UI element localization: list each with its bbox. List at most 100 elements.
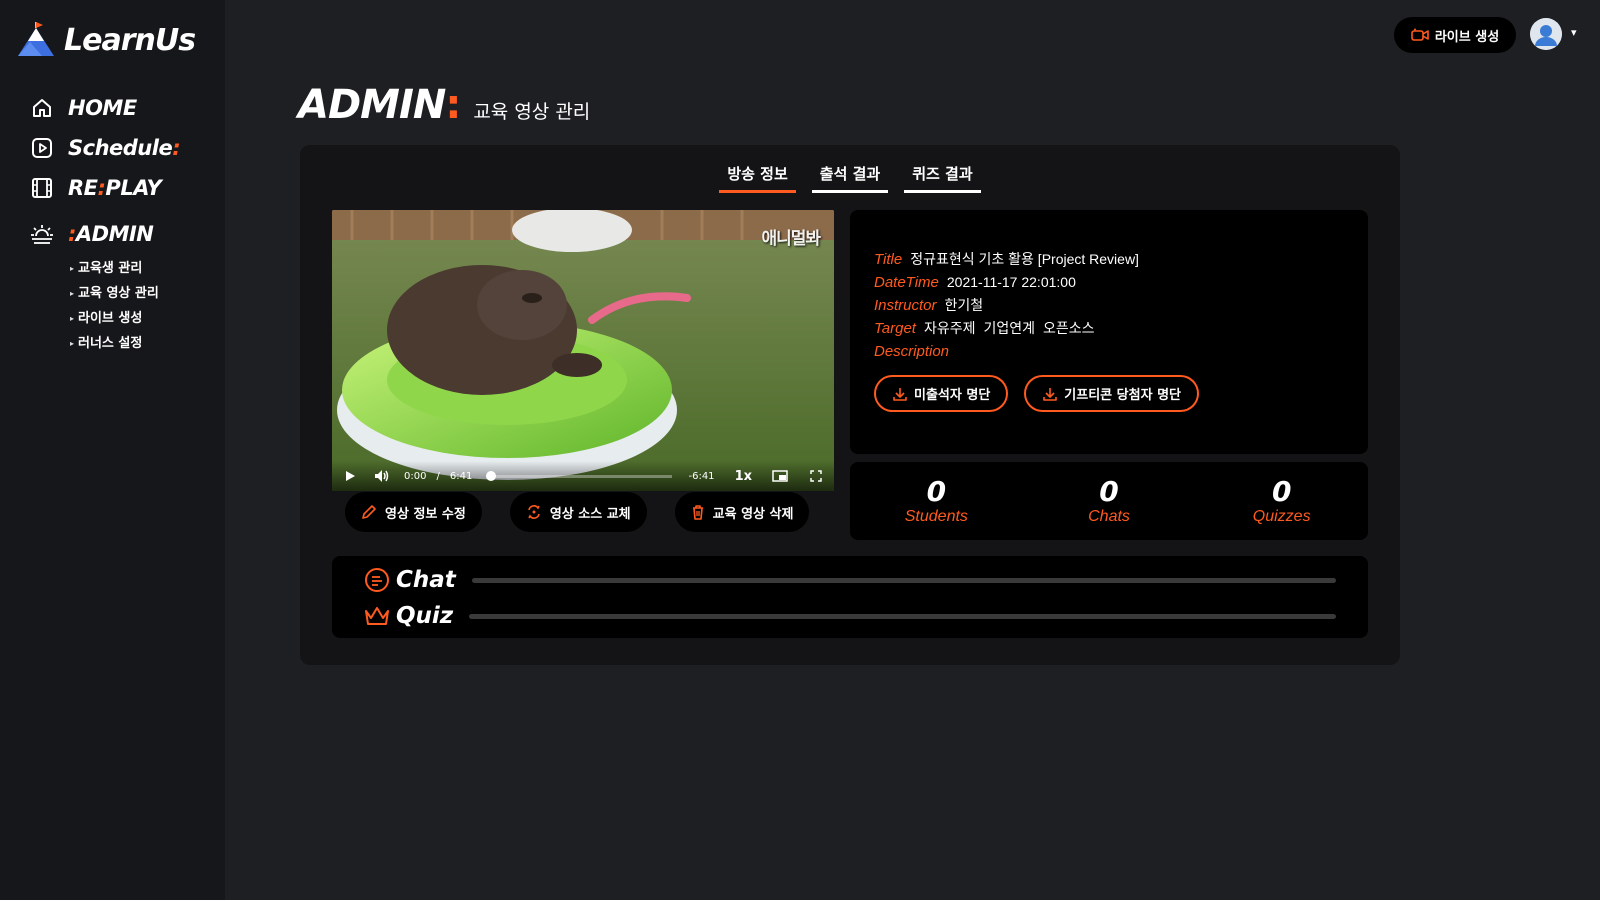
stat-students-value: 0 <box>926 475 947 508</box>
info-val-datetime: 2021-11-17 22:01:00 <box>946 274 1076 290</box>
home-icon <box>30 96 54 120</box>
admin-subnav: 교육생 관리 교육 영상 관리 라이브 생성 러너스 설정 <box>70 256 180 356</box>
crown-icon <box>365 607 389 625</box>
fullscreen-icon[interactable] <box>810 470 822 482</box>
download-gift-winners-button[interactable]: 기프티콘 당첨자 명단 <box>1024 375 1199 412</box>
sidebar: LearnUs HOME Schedule: RE:PLAY :ADMIN ▸ … <box>0 0 225 900</box>
tab-attendance[interactable]: 출석 결과 <box>811 159 889 193</box>
video-actions: 영상 정보 수정 영상 소스 교체 교육 영상 삭제 <box>345 492 810 532</box>
video-seek-bar[interactable] <box>486 470 673 481</box>
picture-in-picture-icon[interactable] <box>772 470 788 482</box>
nav-label-admin: :ADMIN <box>68 222 154 246</box>
video-current-time: 0:00 <box>404 470 427 482</box>
tab-quiz-results[interactable]: 퀴즈 결과 <box>904 159 981 193</box>
info-key-description: Description <box>874 343 950 360</box>
tab-bar: 방송 정보 출석 결과 퀴즈 결과 <box>300 159 1400 193</box>
stat-students-label: Students <box>904 508 968 525</box>
subnav-item-settings[interactable]: 러너스 설정 <box>70 331 180 356</box>
video-duration: 6:41 <box>449 470 473 482</box>
stat-chats-value: 0 <box>1099 475 1119 508</box>
target-tag: 기업연계 <box>983 320 1036 336</box>
replace-video-source-button[interactable]: 영상 소스 교체 <box>509 492 647 532</box>
subnav-item-students[interactable]: 교육생 관리 <box>70 256 180 281</box>
nav-item-home[interactable]: HOME <box>30 88 180 128</box>
info-row-description: Description <box>874 340 1344 363</box>
page-title: ADMIN : 교육 영상 관리 <box>298 82 590 128</box>
download-icon <box>893 387 907 401</box>
edit-video-info-label: 영상 정보 수정 <box>385 506 466 522</box>
info-val-title: 정규표현식 기초 활용 [Project Review] <box>910 251 1139 267</box>
create-live-label: 라이브 생성 <box>1434 29 1500 45</box>
delete-video-label: 교육 영상 삭제 <box>712 506 794 522</box>
stat-quizzes: 0 Quizzes <box>1195 462 1368 540</box>
info-key-instructor: Instructor <box>874 297 937 314</box>
nav-label-schedule: Schedule: <box>68 136 181 160</box>
video-player[interactable]: 애니멀봐 0:00 / 6:41 -6:41 1x <box>332 210 834 491</box>
user-avatar-icon <box>1530 18 1562 50</box>
nav-item-replay[interactable]: RE:PLAY <box>30 168 180 208</box>
stat-students: 0 Students <box>850 462 1023 540</box>
swap-icon <box>528 505 540 519</box>
volume-icon[interactable] <box>374 469 390 483</box>
target-tag: 오픈소스 <box>1043 320 1095 336</box>
download-icon <box>1043 387 1058 401</box>
video-controls: 0:00 / 6:41 -6:41 1x <box>332 461 834 491</box>
download-gift-label: 기프티콘 당첨자 명단 <box>1064 388 1181 403</box>
playback-speed-button[interactable]: 1x <box>735 469 752 484</box>
avatar[interactable] <box>1530 18 1562 50</box>
nav-item-admin[interactable]: :ADMIN <box>30 214 180 254</box>
video-remaining-time: -6:41 <box>688 470 715 482</box>
nav-label-home: HOME <box>68 96 137 120</box>
video-time-separator: / <box>436 470 440 482</box>
stat-quizzes-label: Quizzes <box>1252 508 1311 525</box>
chat-activity-row[interactable]: Chat <box>364 562 1336 598</box>
subnav-item-videos[interactable]: 교육 영상 관리 <box>70 281 180 306</box>
play-square-icon <box>30 136 54 160</box>
edit-video-info-button[interactable]: 영상 정보 수정 <box>345 492 482 532</box>
quiz-activity-row[interactable]: Quiz <box>364 598 1336 634</box>
video-detail-card: 방송 정보 출석 결과 퀴즈 결과 애니멀봐 0:00 / 6:41 -6:41… <box>300 145 1400 665</box>
download-buttons: 미출석자 명단 기프티콘 당첨자 명단 <box>874 375 1199 412</box>
activity-panel: Chat Quiz <box>332 556 1368 638</box>
brand-name: LearnUs <box>64 22 196 58</box>
broadcast-info-panel: Title 정규표현식 기초 활용 [Project Review] DateT… <box>850 210 1368 454</box>
page-subtitle: 교육 영상 관리 <box>473 101 591 123</box>
info-key-target: Target <box>874 320 916 337</box>
info-val-instructor: 한기철 <box>944 297 984 313</box>
create-live-button[interactable]: 라이브 생성 <box>1394 17 1516 53</box>
info-key-title: Title <box>874 251 903 268</box>
tab-broadcast-info[interactable]: 방송 정보 <box>719 159 796 193</box>
main-nav: HOME Schedule: RE:PLAY :ADMIN 교육생 관리 교육 … <box>30 88 181 356</box>
chevron-down-icon[interactable]: ▾ <box>1571 26 1577 39</box>
video-thumbnail <box>332 210 834 491</box>
download-absent-label: 미출석자 명단 <box>914 388 991 403</box>
chat-bubble-icon <box>365 568 389 592</box>
stat-chats-label: Chats <box>1088 508 1130 525</box>
subnav-item-live-create[interactable]: 라이브 생성 <box>70 306 180 331</box>
download-absent-list-button[interactable]: 미출석자 명단 <box>874 375 1009 412</box>
seek-knob[interactable] <box>486 470 497 481</box>
info-row-title: Title 정규표현식 기초 활용 [Project Review] <box>874 248 1344 271</box>
quiz-activity-bar <box>469 613 1336 619</box>
brand-logo[interactable]: LearnUs <box>16 22 196 58</box>
video-watermark: 애니멀봐 <box>761 229 821 249</box>
mountain-logo-icon <box>18 22 54 56</box>
chat-activity-bar <box>471 577 1336 583</box>
nav-item-schedule[interactable]: Schedule: <box>30 128 181 168</box>
replace-video-source-label: 영상 소스 교체 <box>549 506 631 522</box>
page-title-main: ADMIN <box>298 82 446 128</box>
delete-video-button[interactable]: 교육 영상 삭제 <box>674 492 810 532</box>
chat-activity-label: Chat <box>396 567 456 593</box>
play-icon[interactable] <box>344 470 356 482</box>
film-icon <box>30 176 54 200</box>
video-camera-icon <box>1411 28 1429 41</box>
trash-icon <box>692 505 703 520</box>
info-key-datetime: DateTime <box>874 274 939 291</box>
stats-panel: 0 Students 0 Chats 0 Quizzes <box>850 462 1368 540</box>
info-row-instructor: Instructor 한기철 <box>874 294 1344 317</box>
stat-quizzes-value: 0 <box>1271 475 1292 508</box>
quiz-activity-label: Quiz <box>396 603 454 629</box>
target-tags: 자유주제 기업연계 오픈소스 <box>924 317 1103 340</box>
sunrise-icon <box>30 222 54 246</box>
info-row-target: Target 자유주제 기업연계 오픈소스 <box>874 317 1344 340</box>
